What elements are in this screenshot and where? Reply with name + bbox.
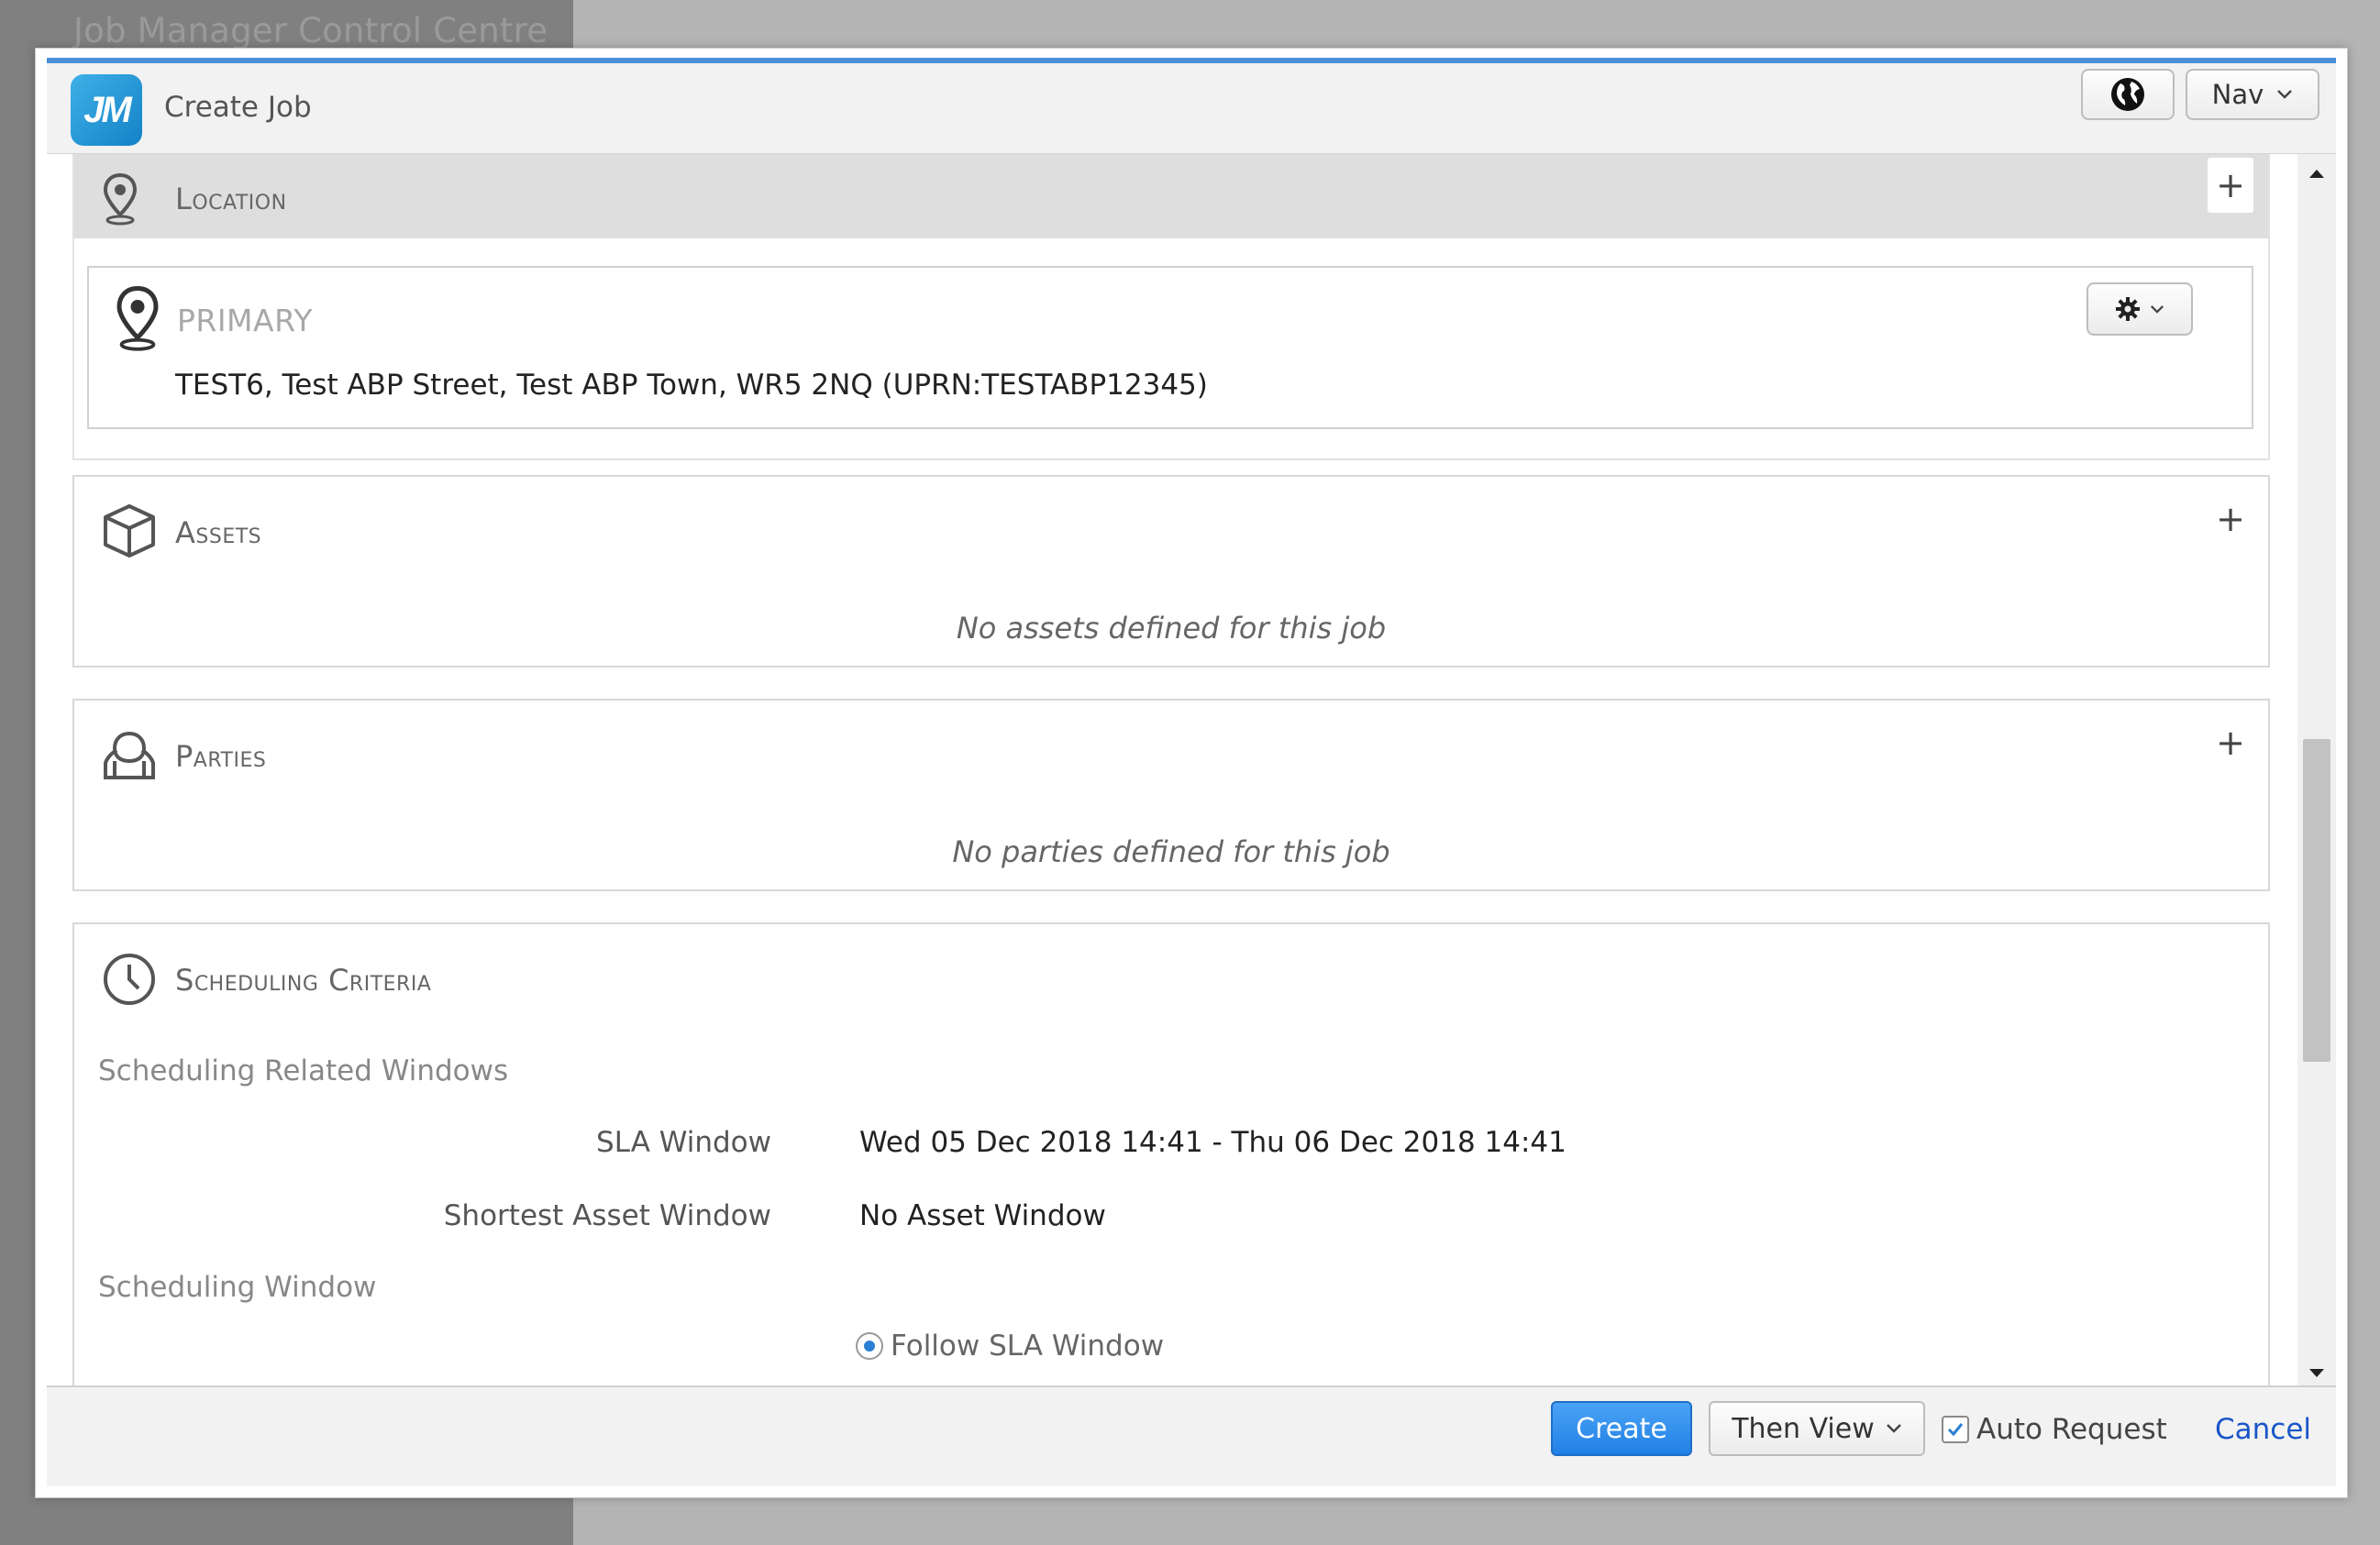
person-icon xyxy=(104,731,155,779)
location-title: Location xyxy=(175,182,287,216)
cancel-link[interactable]: Cancel xyxy=(2215,1413,2311,1446)
assets-title: Assets xyxy=(175,515,262,550)
follow-sla-radio[interactable] xyxy=(856,1332,883,1360)
follow-sla-label: Follow SLA Window xyxy=(891,1330,1165,1363)
parties-panel: Parties + No parties defined for this jo… xyxy=(72,699,2270,891)
dialog-title: Create Job xyxy=(164,91,312,124)
chevron-down-icon xyxy=(1886,1424,1901,1433)
add-location-button[interactable]: + xyxy=(2208,158,2253,213)
auto-request-checkbox[interactable] xyxy=(1942,1416,1969,1443)
location-panel-header xyxy=(74,154,2268,238)
gear-icon xyxy=(2116,297,2140,321)
globe-button[interactable] xyxy=(2081,69,2175,120)
parties-title: Parties xyxy=(175,739,267,774)
plus-icon: + xyxy=(2216,723,2245,763)
shortest-asset-window-label: Shortest Asset Window xyxy=(443,1199,771,1232)
nav-label: Nav xyxy=(2211,79,2264,110)
chevron-down-icon xyxy=(2150,304,2164,314)
vertical-scrollbar[interactable] xyxy=(2297,154,2336,1396)
background-app-title: Job Manager Control Centre xyxy=(73,11,548,50)
location-pin-icon xyxy=(103,172,138,226)
location-settings-button[interactable] xyxy=(2087,282,2193,336)
primary-label: PRIMARY xyxy=(177,303,314,338)
scroll-down-button[interactable] xyxy=(2297,1360,2336,1387)
primary-location-card: PRIMARY TEST6, Test ABP Street, Test ABP… xyxy=(87,266,2253,429)
check-icon xyxy=(1947,1423,1964,1437)
parties-empty-message: No parties defined for this job xyxy=(952,834,1390,869)
location-panel: Location + PRIMARY TEST6, Test ABP Stree… xyxy=(72,154,2270,460)
scheduling-title: Scheduling Criteria xyxy=(175,963,432,998)
app-logo: JM xyxy=(71,74,142,146)
add-party-button[interactable]: + xyxy=(2208,715,2253,770)
scrollbar-thumb[interactable] xyxy=(2303,739,2330,1062)
dialog-header: JM Create Job Nav xyxy=(47,63,2336,154)
auto-request-label: Auto Request xyxy=(1976,1413,2167,1446)
primary-address: TEST6, Test ABP Street, Test ABP Town, W… xyxy=(175,369,1208,402)
dialog-footer: Create Then View Auto Request Cancel xyxy=(47,1385,2336,1486)
add-asset-button[interactable]: + xyxy=(2208,491,2253,546)
auto-request-option[interactable]: Auto Request xyxy=(1942,1413,2167,1446)
then-view-label: Then View xyxy=(1732,1412,1875,1445)
clock-icon xyxy=(104,954,155,1005)
sla-window-value: Wed 05 Dec 2018 14:41 - Thu 06 Dec 2018 … xyxy=(859,1126,1566,1159)
location-pin-icon xyxy=(116,285,159,351)
scroll-up-button[interactable] xyxy=(2297,160,2336,187)
scroll-down-icon xyxy=(2309,1369,2324,1377)
assets-empty-message: No assets defined for this job xyxy=(956,611,1387,646)
dialog-content[interactable]: Location + PRIMARY TEST6, Test ABP Stree… xyxy=(47,154,2336,1396)
then-view-dropdown[interactable]: Then View xyxy=(1709,1401,1925,1456)
shortest-asset-window-value: No Asset Window xyxy=(859,1199,1106,1232)
scheduling-panel: Scheduling Criteria Scheduling Related W… xyxy=(72,922,2270,1396)
plus-icon: + xyxy=(2216,165,2245,205)
radio-selected-dot xyxy=(864,1341,875,1352)
scheduling-related-heading: Scheduling Related Windows xyxy=(98,1054,509,1087)
create-job-dialog: JM Create Job Nav Location + PRIMARY TES… xyxy=(35,48,2348,1498)
scroll-up-icon xyxy=(2309,170,2324,178)
follow-sla-radio-option[interactable]: Follow SLA Window xyxy=(856,1330,1164,1363)
plus-icon: + xyxy=(2216,499,2245,539)
scheduling-window-heading: Scheduling Window xyxy=(98,1271,377,1304)
assets-panel: Assets + No assets defined for this job xyxy=(72,475,2270,668)
sla-window-label: SLA Window xyxy=(596,1126,771,1159)
globe-icon xyxy=(2111,78,2144,111)
box-icon xyxy=(104,504,155,557)
nav-dropdown-button[interactable]: Nav xyxy=(2186,69,2319,120)
create-button[interactable]: Create xyxy=(1551,1401,1692,1456)
chevron-down-icon xyxy=(2277,90,2293,99)
